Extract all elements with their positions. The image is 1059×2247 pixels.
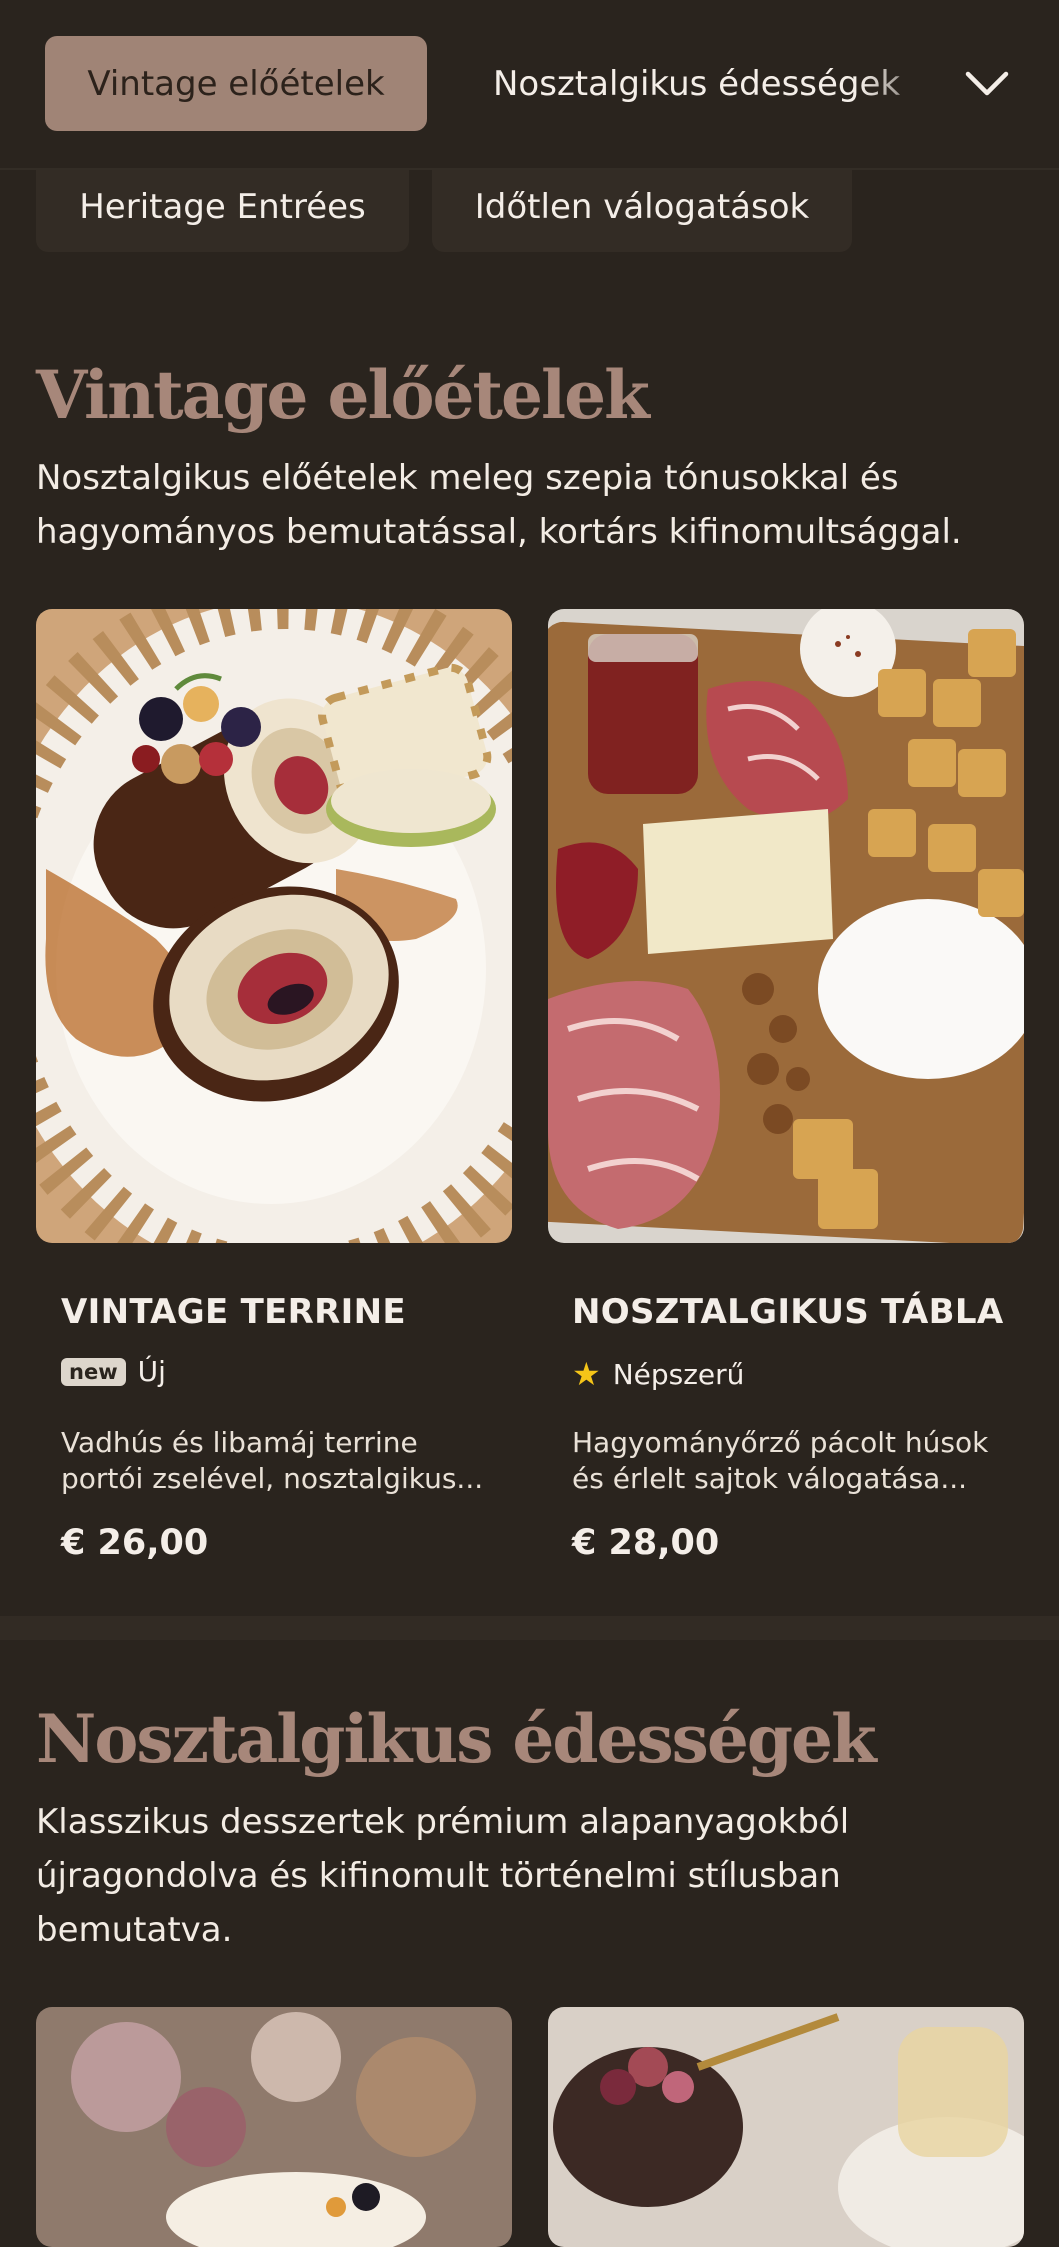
category-tab-idotlen-valogatasok[interactable]: Időtlen válogatások <box>432 162 852 252</box>
section-description: Klasszikus desszertek prémium alapanyago… <box>36 1802 850 1950</box>
item-badge-row: new Új <box>61 1355 166 1388</box>
item-description: Hagyományőrző pácolt húsok és érlelt saj… <box>572 1426 989 1495</box>
vintage-terrine-image[interactable] <box>36 609 512 1243</box>
section-title: Nosztalgikus édességek <box>36 1700 877 1778</box>
section-divider <box>0 1616 1059 1640</box>
item-description: Vadhús és libamáj terrine portói zseléve… <box>61 1426 484 1495</box>
section-description: Nosztalgikus előételek meleg szepia tónu… <box>36 458 962 552</box>
item-badge-row: ★ Népszerű <box>572 1355 744 1393</box>
dessert-image-2[interactable] <box>548 2007 1024 2247</box>
scroll-fade <box>860 36 970 131</box>
item-tag: Új <box>137 1355 166 1388</box>
star-icon: ★ <box>572 1355 601 1393</box>
item-name: VINTAGE TERRINE <box>61 1292 406 1332</box>
category-tab-heritage-entrees[interactable]: Heritage Entrées <box>36 162 409 252</box>
item-name: NOSZTALGIKUS TÁBLA <box>572 1292 1004 1332</box>
category-tab-vintage-eloetelek[interactable]: Vintage előételek <box>45 36 427 131</box>
item-tag: Népszerű <box>612 1357 745 1391</box>
new-badge: new <box>61 1357 126 1386</box>
item-price: € 26,00 <box>61 1523 209 1563</box>
section-title: Vintage előételek <box>36 356 650 434</box>
nosztalgikus-tabla-image[interactable] <box>548 609 1024 1243</box>
category-nav: Vintage előételek Nosztalgikus édességek <box>0 0 1059 170</box>
dessert-image-1[interactable] <box>36 2007 512 2247</box>
chevron-down-icon[interactable] <box>958 60 1016 108</box>
item-price: € 28,00 <box>572 1523 720 1563</box>
